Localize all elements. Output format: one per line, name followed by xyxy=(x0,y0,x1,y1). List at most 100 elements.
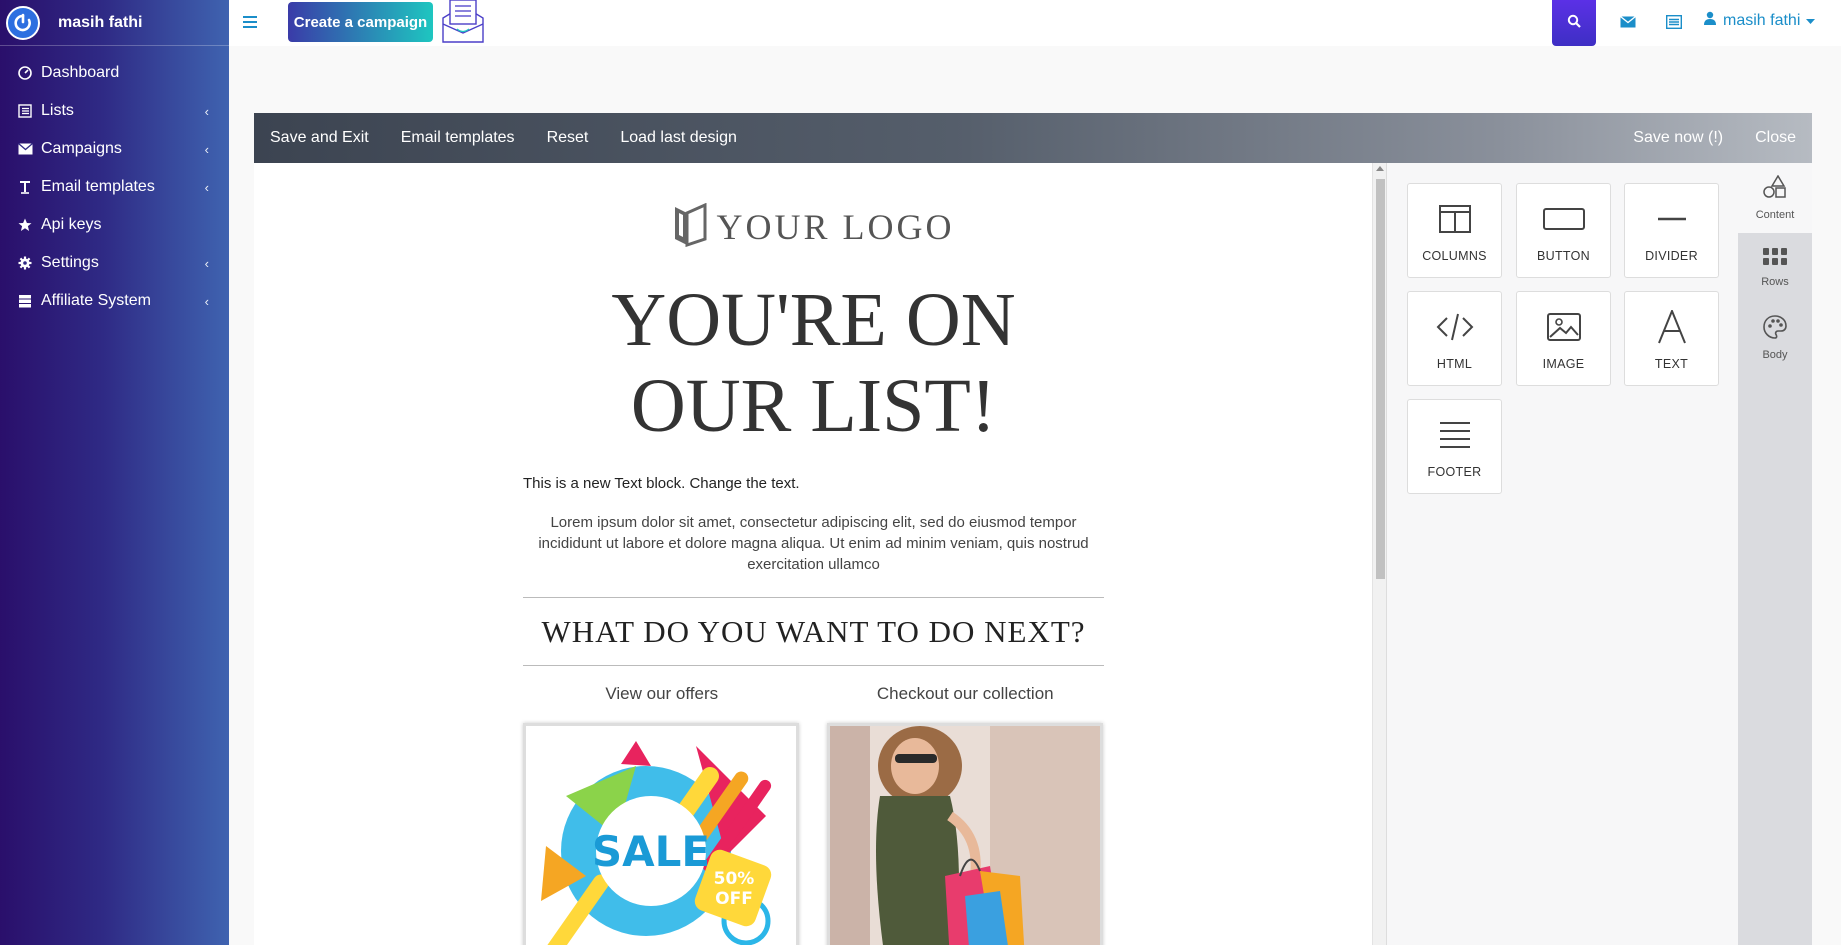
hero-line-2: OUR LIST! xyxy=(630,364,997,448)
sidebar-item-label: Lists xyxy=(41,102,74,119)
shopping-woman-image[interactable] xyxy=(826,723,1103,945)
topbar: Create a campaign masih fathi xyxy=(229,0,1841,46)
search-icon xyxy=(1567,14,1581,33)
tile-label: COLUMNS xyxy=(1422,248,1487,263)
sidebar-item-lists[interactable]: Lists ‹ xyxy=(0,92,229,130)
tile-label: DIVIDER xyxy=(1645,248,1698,263)
sale-badge-off: OFF xyxy=(715,889,753,909)
footer-tile[interactable]: FOOTER xyxy=(1407,399,1502,494)
divider-tile[interactable]: DIVIDER xyxy=(1624,183,1719,278)
sidebar-item-label: Api keys xyxy=(41,216,102,233)
grid-icon xyxy=(1763,248,1787,271)
tab-body[interactable]: Body xyxy=(1738,303,1812,373)
editor-toolbar: Save and Exit Email templates Reset Load… xyxy=(254,113,1812,163)
content-panel: COLUMNS BUTTON DIVIDER HTML IMAGE TEXT F… xyxy=(1386,163,1738,945)
shapes-icon xyxy=(1763,174,1787,204)
hero-line-1: YOU'RE ON xyxy=(611,278,1016,362)
caret-down-icon xyxy=(1806,12,1816,30)
tile-label: BUTTON xyxy=(1537,248,1590,263)
save-and-exit-button[interactable]: Save and Exit xyxy=(254,129,385,147)
sidebar-item-label: Dashboard xyxy=(41,64,120,81)
logo-block[interactable]: YOUR LOGO xyxy=(523,163,1104,277)
lorem-paragraph[interactable]: Lorem ipsum dolor sit amet, consectetur … xyxy=(523,512,1104,575)
tile-label: FOOTER xyxy=(1427,464,1482,479)
dashboard-icon xyxy=(17,65,33,81)
user-menu[interactable]: masih fathi xyxy=(1703,11,1816,30)
tile-label: IMAGE xyxy=(1542,356,1585,371)
tab-label: Body xyxy=(1762,349,1788,361)
text-block[interactable]: This is a new Text block. Change the tex… xyxy=(523,475,1104,492)
save-now-button[interactable]: Save now (!) xyxy=(1617,129,1739,147)
brand: masih fathi xyxy=(0,0,229,46)
panel-tabs: Content Rows Body xyxy=(1738,163,1812,945)
image-icon xyxy=(1546,307,1581,347)
star-icon xyxy=(17,217,33,233)
chevron-left-icon: ‹ xyxy=(204,103,209,119)
mail-icon[interactable] xyxy=(1618,12,1638,32)
hero-heading[interactable]: YOU'RE ON OUR LIST! xyxy=(523,277,1104,449)
sale-image[interactable]: SALE 50% OFF xyxy=(523,723,799,945)
tile-label: TEXT xyxy=(1654,356,1689,371)
brand-name: masih fathi xyxy=(58,13,143,31)
column-label[interactable]: Checkout our collection xyxy=(827,684,1105,704)
code-icon xyxy=(1436,307,1474,347)
sale-text: SALE xyxy=(592,827,710,876)
sidebar-item-label: Campaigns xyxy=(41,140,122,157)
html-tile[interactable]: HTML xyxy=(1407,291,1502,386)
tab-label: Content xyxy=(1755,209,1795,221)
canvas-scrollbar[interactable] xyxy=(1372,163,1386,945)
text-tile[interactable]: TEXT xyxy=(1624,291,1719,386)
sidebar-item-dashboard[interactable]: Dashboard xyxy=(0,54,229,92)
email-templates-button[interactable]: Email templates xyxy=(385,129,531,147)
footer-lines-icon xyxy=(1439,415,1470,455)
column-collection: Checkout our collection xyxy=(826,684,1105,945)
chevron-left-icon: ‹ xyxy=(204,141,209,157)
scrollbar-thumb[interactable] xyxy=(1376,179,1385,579)
tile-label: HTML xyxy=(1436,356,1473,371)
newsletter-envelope-icon xyxy=(441,0,485,44)
tab-rows[interactable]: Rows xyxy=(1738,233,1812,303)
logo-text: YOUR LOGO xyxy=(716,207,955,247)
tasks-icon[interactable] xyxy=(1664,12,1684,32)
text-icon xyxy=(17,179,33,195)
sidebar-item-label: Affiliate System xyxy=(41,292,151,309)
sidebar-item-campaigns[interactable]: Campaigns ‹ xyxy=(0,130,229,168)
column-offers: View our offers SALE 50% OFF xyxy=(523,684,801,945)
user-icon xyxy=(1703,11,1717,30)
button-tile[interactable]: BUTTON xyxy=(1516,183,1611,278)
email-editor: Save and Exit Email templates Reset Load… xyxy=(254,113,1812,945)
column-label[interactable]: View our offers xyxy=(523,684,801,704)
sidebar-item-label: Settings xyxy=(41,254,99,271)
sidebar-item-settings[interactable]: Settings ‹ xyxy=(0,244,229,282)
palette-icon xyxy=(1763,315,1787,344)
tab-content[interactable]: Content xyxy=(1738,163,1812,233)
button-icon xyxy=(1542,199,1585,239)
columns-tile[interactable]: COLUMNS xyxy=(1407,183,1502,278)
sidebar-item-affiliate-system[interactable]: Affiliate System ‹ xyxy=(0,282,229,320)
sidebar-item-api-keys[interactable]: Api keys xyxy=(0,206,229,244)
next-steps-heading[interactable]: WHAT DO YOU WANT TO DO NEXT? xyxy=(523,598,1104,665)
close-button[interactable]: Close xyxy=(1739,129,1812,147)
sidebar-item-email-templates[interactable]: Email templates ‹ xyxy=(0,168,229,206)
create-campaign-button[interactable]: Create a campaign xyxy=(288,2,433,42)
search-button[interactable] xyxy=(1552,0,1596,46)
brand-logo-icon[interactable] xyxy=(6,5,40,40)
list-icon xyxy=(17,103,33,119)
envelope-icon xyxy=(17,141,33,157)
load-last-design-button[interactable]: Load last design xyxy=(604,129,753,147)
divider-icon xyxy=(1657,199,1686,239)
sale-badge-percent: 50% xyxy=(714,869,755,889)
hamburger-menu-icon[interactable] xyxy=(243,11,265,33)
text-letter-icon xyxy=(1657,307,1687,347)
gear-icon xyxy=(17,255,33,271)
tab-label: Rows xyxy=(1761,276,1789,288)
sidebar-nav: Dashboard Lists ‹ Campaigns ‹ Email temp… xyxy=(0,46,229,320)
chevron-left-icon: ‹ xyxy=(204,179,209,195)
columns-icon xyxy=(1438,199,1471,239)
scroll-up-arrow-icon[interactable] xyxy=(1376,166,1384,171)
reset-button[interactable]: Reset xyxy=(531,129,605,147)
logo-mark-icon xyxy=(673,202,707,252)
email-canvas[interactable]: YOUR LOGO YOU'RE ON OUR LIST! This is a … xyxy=(254,163,1372,945)
image-tile[interactable]: IMAGE xyxy=(1516,291,1611,386)
sidebar-item-label: Email templates xyxy=(41,178,155,195)
